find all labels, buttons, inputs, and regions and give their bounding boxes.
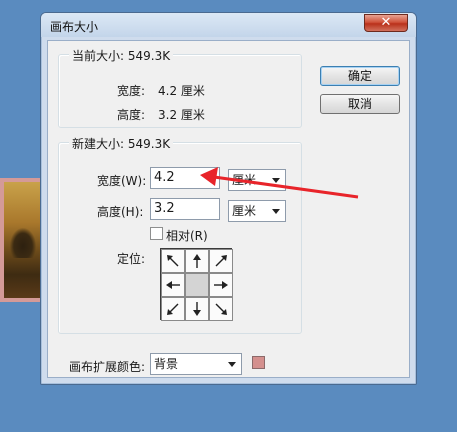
height-unit-value: 厘米 — [232, 204, 257, 218]
chevron-down-icon — [272, 178, 280, 183]
dialog-body: 当前大小: 549.3K 宽度: 4.2 厘米 高度: 3.2 厘米 确定 取消… — [47, 40, 410, 378]
anchor-top[interactable] — [185, 249, 209, 273]
ok-button[interactable]: 确定 — [320, 66, 400, 86]
title-bar[interactable]: 画布大小 ✕ — [41, 13, 416, 37]
new-size-legend: 新建大小: 549.3K — [69, 135, 174, 152]
current-height-label: 高度: — [117, 108, 146, 122]
anchor-center[interactable] — [185, 273, 209, 297]
extension-color-swatch[interactable] — [252, 356, 265, 369]
canvas-size-dialog: 画布大小 ✕ 当前大小: 549.3K 宽度: 4.2 厘米 高度: 3.2 厘… — [40, 12, 417, 385]
arrow-down-icon — [193, 302, 201, 316]
anchor-bottom-left[interactable] — [161, 297, 185, 321]
arrow-up-icon — [193, 254, 201, 268]
height-unit-select[interactable]: 厘米 — [228, 200, 286, 222]
arrow-right-icon — [214, 281, 228, 289]
arrow-up-left-icon — [167, 255, 179, 267]
new-width-label: 宽度(W): — [97, 174, 147, 188]
chevron-down-icon — [228, 362, 236, 367]
chevron-down-icon — [272, 209, 280, 214]
current-height-value: 3.2 厘米 — [158, 108, 205, 122]
extension-color-value: 背景 — [154, 357, 179, 371]
close-button[interactable]: ✕ — [364, 14, 408, 32]
arrow-up-right-icon — [215, 255, 227, 267]
current-size-legend: 当前大小: 549.3K — [69, 47, 174, 64]
anchor-bottom-right[interactable] — [209, 297, 233, 321]
arrow-down-right-icon — [215, 303, 227, 315]
extension-color-select[interactable]: 背景 — [150, 353, 242, 375]
cancel-button[interactable]: 取消 — [320, 94, 400, 114]
anchor-bottom[interactable] — [185, 297, 209, 321]
width-input[interactable]: 4.2 — [150, 167, 220, 189]
width-unit-select[interactable]: 厘米 — [228, 169, 286, 191]
anchor-label: 定位: — [117, 252, 146, 266]
window-title: 画布大小 — [50, 20, 99, 34]
current-width-label: 宽度: — [117, 84, 146, 98]
close-icon: ✕ — [380, 15, 392, 30]
relative-label[interactable]: 相对(R) — [166, 227, 208, 244]
new-height-label: 高度(H): — [97, 205, 144, 219]
tree-silhouette — [10, 228, 36, 258]
anchor-grid — [160, 248, 233, 321]
anchor-right[interactable] — [209, 273, 233, 297]
height-input[interactable]: 3.2 — [150, 198, 220, 220]
current-width-value: 4.2 厘米 — [158, 84, 205, 98]
relative-checkbox[interactable] — [150, 227, 163, 240]
width-unit-value: 厘米 — [232, 173, 257, 187]
anchor-left[interactable] — [161, 273, 185, 297]
arrow-left-icon — [166, 281, 180, 289]
anchor-top-left[interactable] — [161, 249, 185, 273]
extension-color-label: 画布扩展颜色: — [69, 360, 146, 374]
arrow-down-left-icon — [167, 303, 179, 315]
anchor-top-right[interactable] — [209, 249, 233, 273]
